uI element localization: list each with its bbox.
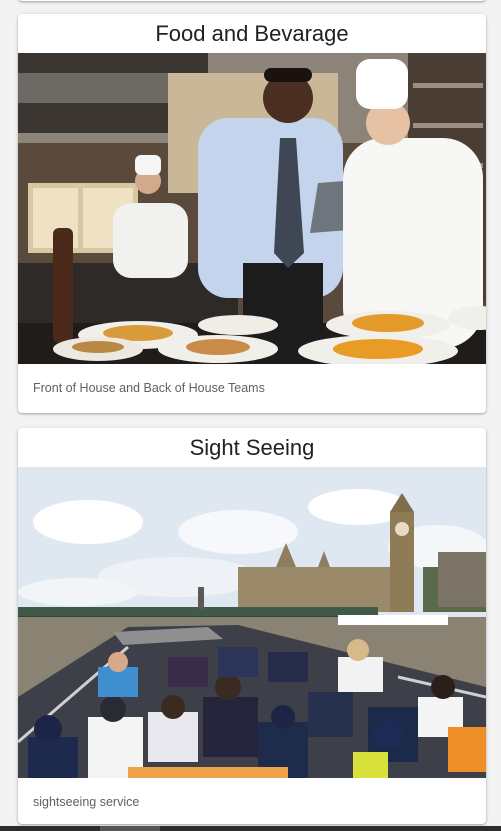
card-food-beverage[interactable]: Food and Bevarage Front of House and Bac… (18, 14, 486, 413)
card-image-thames[interactable] (18, 467, 486, 778)
card-image-kitchen[interactable] (18, 53, 486, 364)
card-sight-seeing[interactable]: Sight Seeing sightseeing service (18, 428, 486, 824)
previous-card-edge (18, 0, 486, 1)
bottom-bar-segment (100, 826, 160, 831)
card-caption: Front of House and Back of House Teams (33, 381, 265, 395)
card-title: Sight Seeing (189, 434, 315, 460)
bottom-bar (0, 826, 501, 831)
card-title: Food and Bevarage (155, 20, 349, 46)
card-caption: sightseeing service (33, 795, 140, 809)
